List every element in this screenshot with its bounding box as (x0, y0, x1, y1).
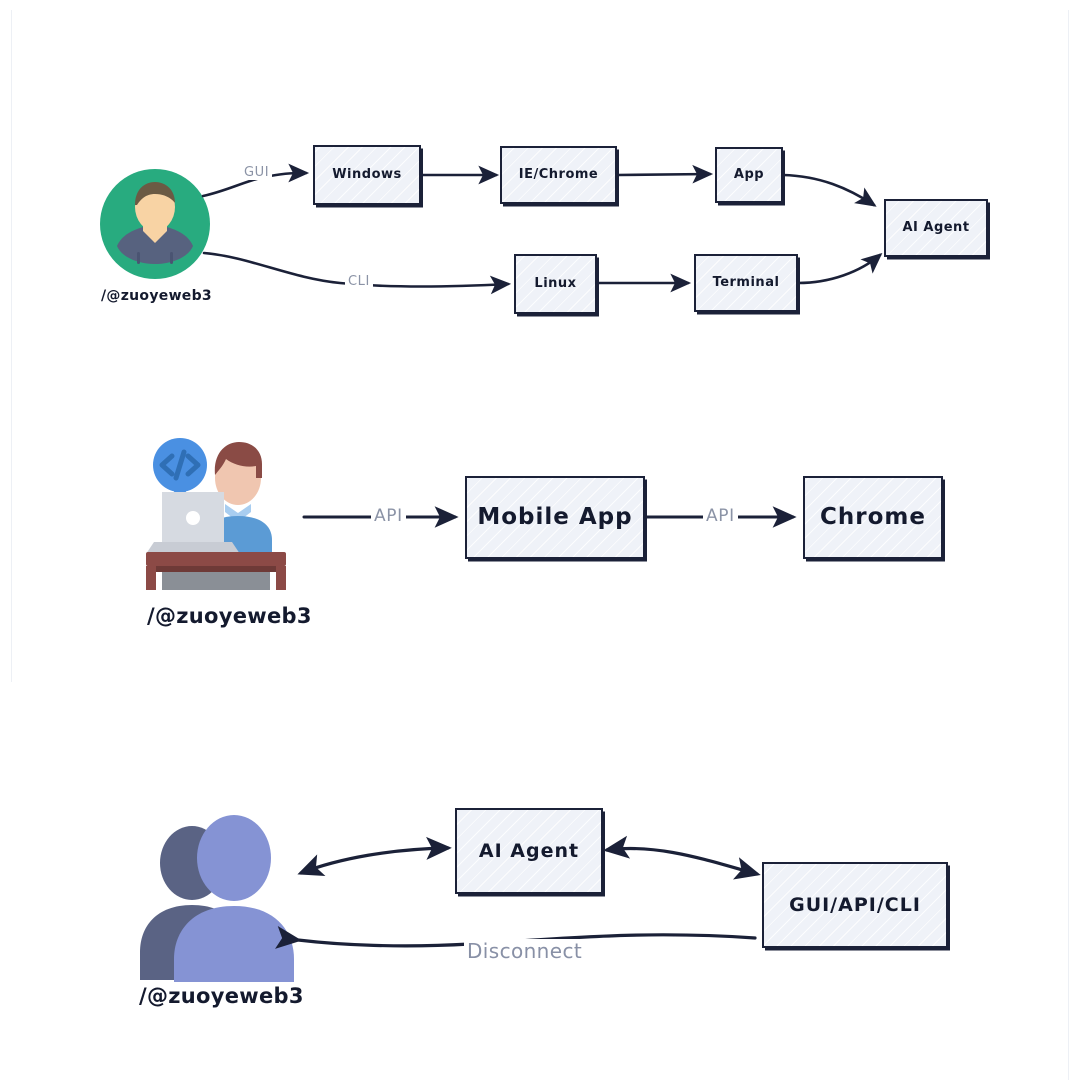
diagram-disconnect-flow: /@zuoyeweb3 Disconnect AI Agent GUI/API/… (0, 0, 1080, 1080)
edge-label-disconnect: Disconnect (464, 939, 586, 963)
diagram-canvas: /@zuoyeweb3 GUI CLI Windows IE/Chrome Ap… (0, 0, 1080, 1080)
node-ai-agent-2[interactable]: AI Agent (455, 808, 603, 894)
node-gui-api-cli[interactable]: GUI/API/CLI (762, 862, 948, 948)
